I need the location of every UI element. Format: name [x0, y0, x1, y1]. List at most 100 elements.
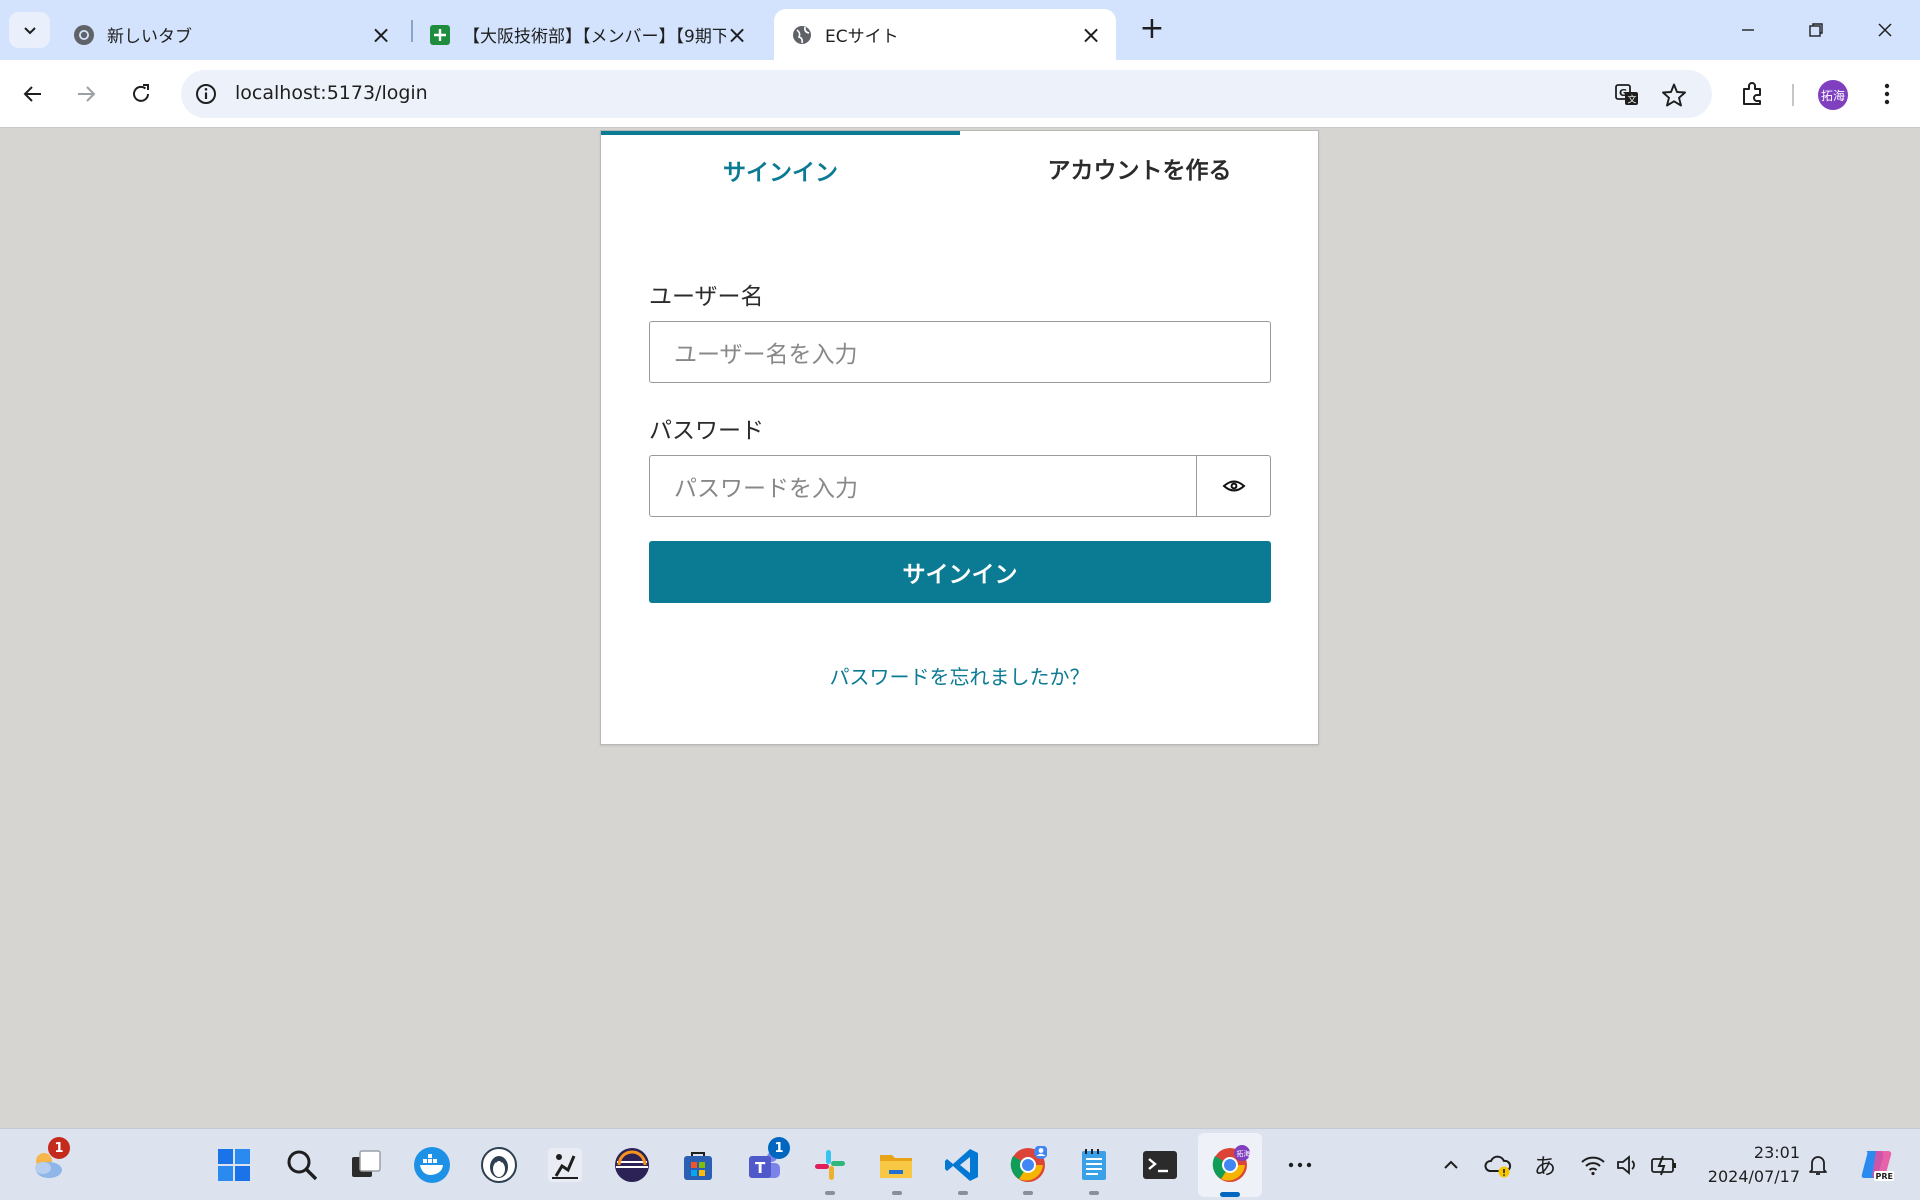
start-button[interactable]: [212, 1143, 256, 1187]
clock[interactable]: 23:01 2024/07/17: [1690, 1141, 1800, 1189]
browser-tab-sheets[interactable]: 【大阪技術部】【メンバー】【9期下期 ×: [412, 9, 762, 60]
username-input[interactable]: ユーザー名を入力: [649, 321, 1271, 383]
restore-button[interactable]: [1793, 10, 1839, 50]
slack-app[interactable]: [808, 1143, 852, 1187]
tab-create-account[interactable]: アカウントを作る: [960, 131, 1319, 205]
minimize-icon: [1742, 29, 1754, 31]
login-card: サインイン アカウントを作る ユーザー名 ユーザー名を入力 パスワード パスワー…: [600, 130, 1319, 745]
tab-title: ECサイト: [825, 27, 899, 47]
reload-button[interactable]: [123, 76, 159, 112]
info-icon[interactable]: [194, 82, 218, 106]
taskbar: 1 T 1 拓海 あ 23:01 2024/07/17 PRE: [0, 1128, 1920, 1200]
search-icon: [287, 1150, 318, 1181]
back-button[interactable]: [15, 76, 51, 112]
task-view-button[interactable]: [344, 1143, 388, 1187]
eye-icon: [1222, 480, 1245, 492]
kindle-app[interactable]: [543, 1143, 587, 1187]
weather-badge: 1: [48, 1137, 70, 1159]
forward-button[interactable]: [68, 76, 104, 112]
notepad-app[interactable]: [1072, 1143, 1116, 1187]
slack-icon: [815, 1150, 845, 1180]
globe-icon: [793, 25, 811, 44]
running-indicator: [825, 1191, 835, 1195]
battery-tray[interactable]: [1650, 1151, 1678, 1179]
new-tab-button[interactable]: +: [1136, 14, 1168, 46]
svg-text:PRE: PRE: [1876, 1172, 1894, 1181]
tab-search-button[interactable]: [9, 12, 50, 48]
active-app-indicator: [1220, 1192, 1240, 1197]
browser-tab-newtab[interactable]: 新しいタブ ×: [56, 9, 406, 60]
star-icon[interactable]: [1661, 82, 1687, 108]
kebab-menu-icon[interactable]: [1873, 80, 1901, 108]
address-bar[interactable]: localhost:5173/login G文: [181, 70, 1712, 118]
browser-toolbar: localhost:5173/login G文 拓海: [0, 60, 1920, 128]
volume-tray[interactable]: [1614, 1151, 1642, 1179]
close-icon[interactable]: ×: [1080, 23, 1102, 47]
docker-app[interactable]: [410, 1143, 454, 1187]
terminal-icon: [1143, 1151, 1177, 1179]
translate-icon[interactable]: G文: [1614, 82, 1640, 108]
tab-signin[interactable]: サインイン: [601, 131, 960, 205]
kindle-icon: [548, 1148, 582, 1182]
tab-title: 新しいタブ: [107, 27, 192, 47]
teams-app[interactable]: T 1: [742, 1137, 790, 1187]
copilot-icon: PRE: [1861, 1151, 1894, 1181]
wifi-icon: [1581, 1156, 1605, 1176]
close-icon: [1878, 23, 1892, 37]
notifications-button[interactable]: [1804, 1151, 1832, 1179]
svg-text:文: 文: [1628, 94, 1637, 106]
reload-icon: [133, 84, 149, 102]
store-icon: [684, 1152, 712, 1180]
chrome-app[interactable]: 拓海: [1208, 1143, 1252, 1187]
penguin-icon: [481, 1147, 517, 1183]
file-explorer-app[interactable]: [874, 1143, 918, 1187]
eclipse-icon: [615, 1148, 649, 1182]
ime-indicator[interactable]: あ: [1531, 1151, 1559, 1180]
cloud-warning-icon: [1484, 1155, 1512, 1178]
terminal-app[interactable]: [1138, 1143, 1182, 1187]
toggle-password-visibility-button[interactable]: [1197, 455, 1271, 517]
show-hidden-icons-button[interactable]: [1437, 1151, 1465, 1179]
more-apps-button[interactable]: [1278, 1143, 1322, 1187]
close-window-button[interactable]: [1862, 10, 1908, 50]
password-input[interactable]: パスワードを入力: [649, 455, 1197, 517]
weather-widget[interactable]: 1: [26, 1137, 70, 1187]
wifi-tray[interactable]: [1579, 1151, 1607, 1179]
password-label: パスワード: [649, 418, 764, 444]
svg-text:T: T: [755, 1159, 766, 1177]
chrome-profile-app[interactable]: [1006, 1143, 1050, 1187]
minimize-button[interactable]: [1725, 10, 1771, 50]
chevron-up-icon: [1444, 1160, 1458, 1169]
penguin-app[interactable]: [477, 1143, 521, 1187]
bell-icon: [1809, 1156, 1827, 1175]
clock-time: 23:01: [1753, 1143, 1800, 1162]
store-app[interactable]: [676, 1143, 720, 1187]
forgot-password-link[interactable]: パスワードを忘れましたか？: [601, 661, 1318, 690]
chrome-icon: [74, 24, 94, 45]
signin-submit-button[interactable]: サインイン: [649, 541, 1271, 603]
vscode-app[interactable]: [940, 1143, 984, 1187]
extensions-icon[interactable]: [1739, 80, 1767, 108]
running-indicator: [1023, 1191, 1033, 1195]
arrow-right-icon: [78, 86, 96, 102]
eclipse-app[interactable]: [610, 1143, 654, 1187]
folder-icon: [880, 1155, 912, 1178]
url-text: localhost:5173/login: [235, 82, 428, 104]
profile-avatar[interactable]: 拓海: [1818, 80, 1848, 110]
svg-text:拓海: 拓海: [1237, 1149, 1251, 1158]
close-icon[interactable]: ×: [370, 23, 392, 47]
vscode-icon: [945, 1149, 978, 1181]
speaker-icon: [1617, 1155, 1635, 1175]
search-button[interactable]: [280, 1143, 324, 1187]
running-indicator: [892, 1191, 902, 1195]
chevron-down-icon: [23, 27, 36, 35]
copilot-button[interactable]: PRE: [1858, 1145, 1896, 1183]
close-icon[interactable]: ×: [726, 23, 748, 47]
running-indicator: [1089, 1191, 1099, 1195]
windows-icon: [218, 1149, 250, 1181]
restore-icon: [1809, 23, 1823, 37]
auth-tabs: サインイン アカウントを作る: [601, 131, 1318, 205]
browser-tab-ecsite[interactable]: ECサイト ×: [774, 9, 1116, 60]
sheets-icon: [430, 24, 450, 45]
onedrive-tray[interactable]: [1484, 1151, 1512, 1179]
